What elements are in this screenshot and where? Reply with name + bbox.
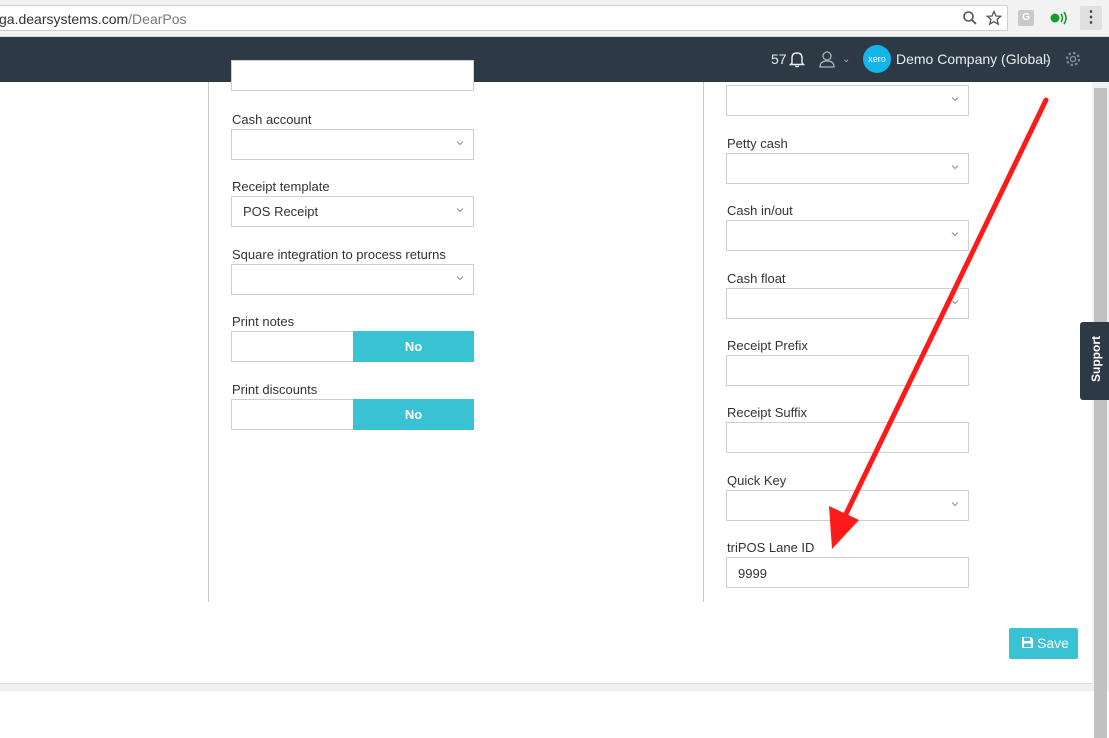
print-discounts-toggle[interactable]: No xyxy=(231,399,474,430)
green-status-icon[interactable] xyxy=(1049,10,1069,26)
receipt-template-select[interactable]: POS Receipt xyxy=(231,196,474,227)
notification-count[interactable]: 57 xyxy=(771,51,787,67)
url-path: /DearPos xyxy=(128,11,187,27)
chevron-down-icon xyxy=(456,141,464,146)
tripos-lane-id-value: 9999 xyxy=(738,566,767,581)
chevron-down-icon xyxy=(456,276,464,281)
pos-settings-form: Cash account Receipt template POS Receip… xyxy=(0,60,1078,682)
bell-icon[interactable] xyxy=(788,50,806,68)
company-selector[interactable]: Demo Company (Global) xyxy=(896,51,1051,67)
url-host: ga.dearsystems.com xyxy=(0,11,129,27)
tripos-lane-id-label: triPOS Lane ID xyxy=(727,540,815,555)
print-notes-label: Print notes xyxy=(232,314,295,329)
gear-icon[interactable] xyxy=(1064,50,1082,68)
page-footer-strip xyxy=(0,683,1092,691)
menu-dots-icon[interactable]: ⋮ xyxy=(1080,6,1102,30)
user-icon[interactable] xyxy=(818,50,836,68)
square-integration-label: Square integration to process returns xyxy=(232,247,446,262)
petty-cash-label: Petty cash xyxy=(727,136,788,151)
receipt-prefix-label: Receipt Prefix xyxy=(727,338,808,353)
support-label: Support xyxy=(1089,336,1103,382)
receipt-prefix-input[interactable] xyxy=(726,355,969,386)
chevron-down-icon xyxy=(456,208,464,213)
chevron-down-icon xyxy=(951,300,959,305)
cash-in-out-label: Cash in/out xyxy=(727,203,793,218)
save-button[interactable]: Save xyxy=(1009,628,1078,659)
xero-logo: xero xyxy=(863,45,891,73)
column-divider xyxy=(208,82,209,602)
cash-account-label: Cash account xyxy=(232,112,312,127)
support-tab[interactable]: Support xyxy=(1080,322,1109,400)
petty-cash-select[interactable] xyxy=(726,153,969,184)
square-integration-select[interactable] xyxy=(231,264,474,295)
clipped-select-field[interactable] xyxy=(231,60,474,91)
print-discounts-label: Print discounts xyxy=(232,382,318,397)
scrollbar-thumb[interactable] xyxy=(1094,88,1107,738)
cash-account-select[interactable] xyxy=(231,129,474,160)
grammarly-icon[interactable]: G xyxy=(1018,10,1034,26)
receipt-suffix-input[interactable] xyxy=(726,422,969,453)
column-divider xyxy=(703,82,704,602)
browser-toolbar: ga.dearsystems.com/DearPos G ⋮ xyxy=(0,0,1109,37)
print-notes-no-option[interactable]: No xyxy=(353,331,474,362)
address-bar[interactable]: ga.dearsystems.com/DearPos xyxy=(0,5,1008,31)
floppy-disk-icon xyxy=(1022,637,1033,648)
save-label: Save xyxy=(1037,635,1069,651)
receipt-template-label: Receipt template xyxy=(232,179,330,194)
star-icon[interactable] xyxy=(985,9,1003,28)
print-notes-toggle[interactable]: No xyxy=(231,331,474,362)
search-icon[interactable] xyxy=(961,10,979,28)
tripos-lane-id-input[interactable]: 9999 xyxy=(726,557,969,588)
chevron-down-icon xyxy=(951,232,959,237)
print-discounts-no-option[interactable]: No xyxy=(353,399,474,430)
cash-float-select[interactable] xyxy=(726,288,969,319)
cash-float-label: Cash float xyxy=(727,271,786,286)
receipt-template-value: POS Receipt xyxy=(243,204,319,219)
url-text: ga.dearsystems.com/DearPos xyxy=(0,11,187,27)
receipt-suffix-label: Receipt Suffix xyxy=(727,405,807,420)
chevron-down-icon xyxy=(951,502,959,507)
cash-in-out-select[interactable] xyxy=(726,220,969,251)
quick-key-label: Quick Key xyxy=(727,473,787,488)
chevron-down-icon xyxy=(951,165,959,170)
quick-key-select[interactable] xyxy=(726,490,969,521)
chevron-down-icon[interactable]: ⌄ xyxy=(1043,54,1051,65)
app-header: 57 ⌄ xero Demo Company (Global) ⌄ xyxy=(0,37,1109,82)
clipped-select-field[interactable] xyxy=(726,85,969,116)
chevron-down-icon[interactable]: ⌄ xyxy=(842,54,850,65)
